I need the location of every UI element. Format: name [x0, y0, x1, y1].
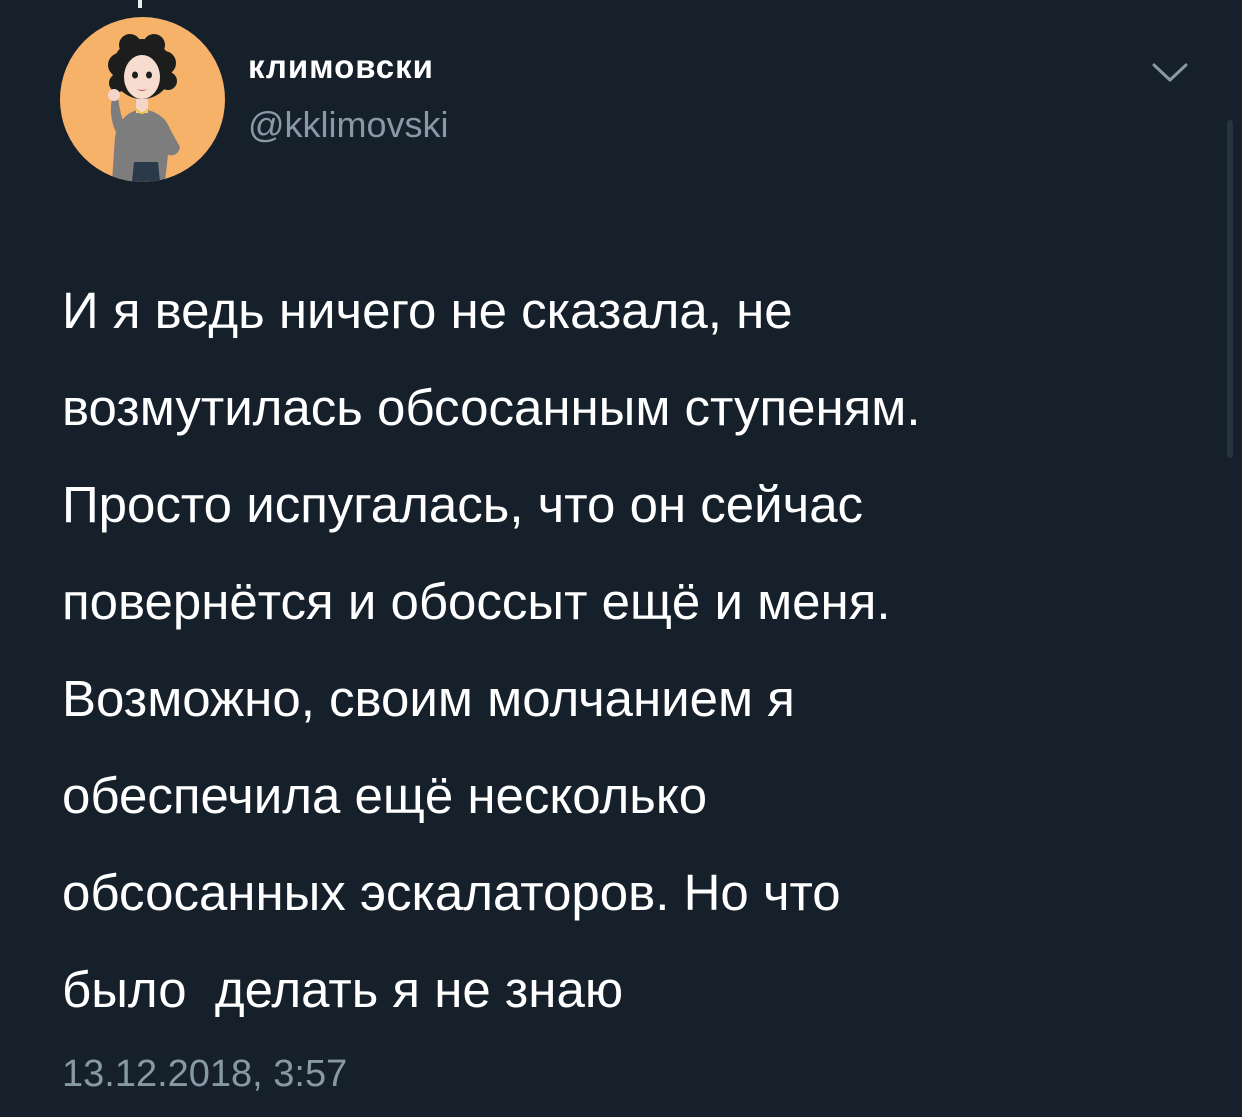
tweet-text-line: И я ведь ничего не сказала, не — [62, 282, 793, 339]
avatar[interactable] — [60, 17, 225, 182]
chevron-down-icon[interactable] — [1150, 58, 1190, 88]
scrollbar[interactable] — [1227, 120, 1233, 458]
tweet-text-line: возмутилась обсосанным ступеням. — [62, 379, 921, 436]
tweet: климовски @kklimovski И я ведь ничего не… — [0, 0, 1242, 1117]
avatar-illustration-icon — [108, 34, 180, 182]
tweet-timestamp[interactable]: 13.12.2018, 3:57 — [62, 1053, 347, 1096]
tweet-text-line: Просто испугалась, что он сейчас — [62, 476, 864, 533]
author-display-name[interactable]: климовски — [248, 48, 434, 86]
tweet-text: И я ведь ничего не сказала, не возмутила… — [62, 262, 1202, 1038]
thread-line — [138, 0, 142, 8]
tweet-text-line: повернётся и обоссыт ещё и меня. — [62, 573, 891, 630]
tweet-text-line: было делать я не знаю — [62, 961, 624, 1018]
author-handle[interactable]: @kklimovski — [248, 104, 449, 146]
tweet-text-line: Возможно, своим молчанием я — [62, 670, 795, 727]
tweet-text-line: обсосанных эскалаторов. Но что — [62, 864, 841, 921]
tweet-text-line: обеспечила ещё несколько — [62, 767, 708, 824]
